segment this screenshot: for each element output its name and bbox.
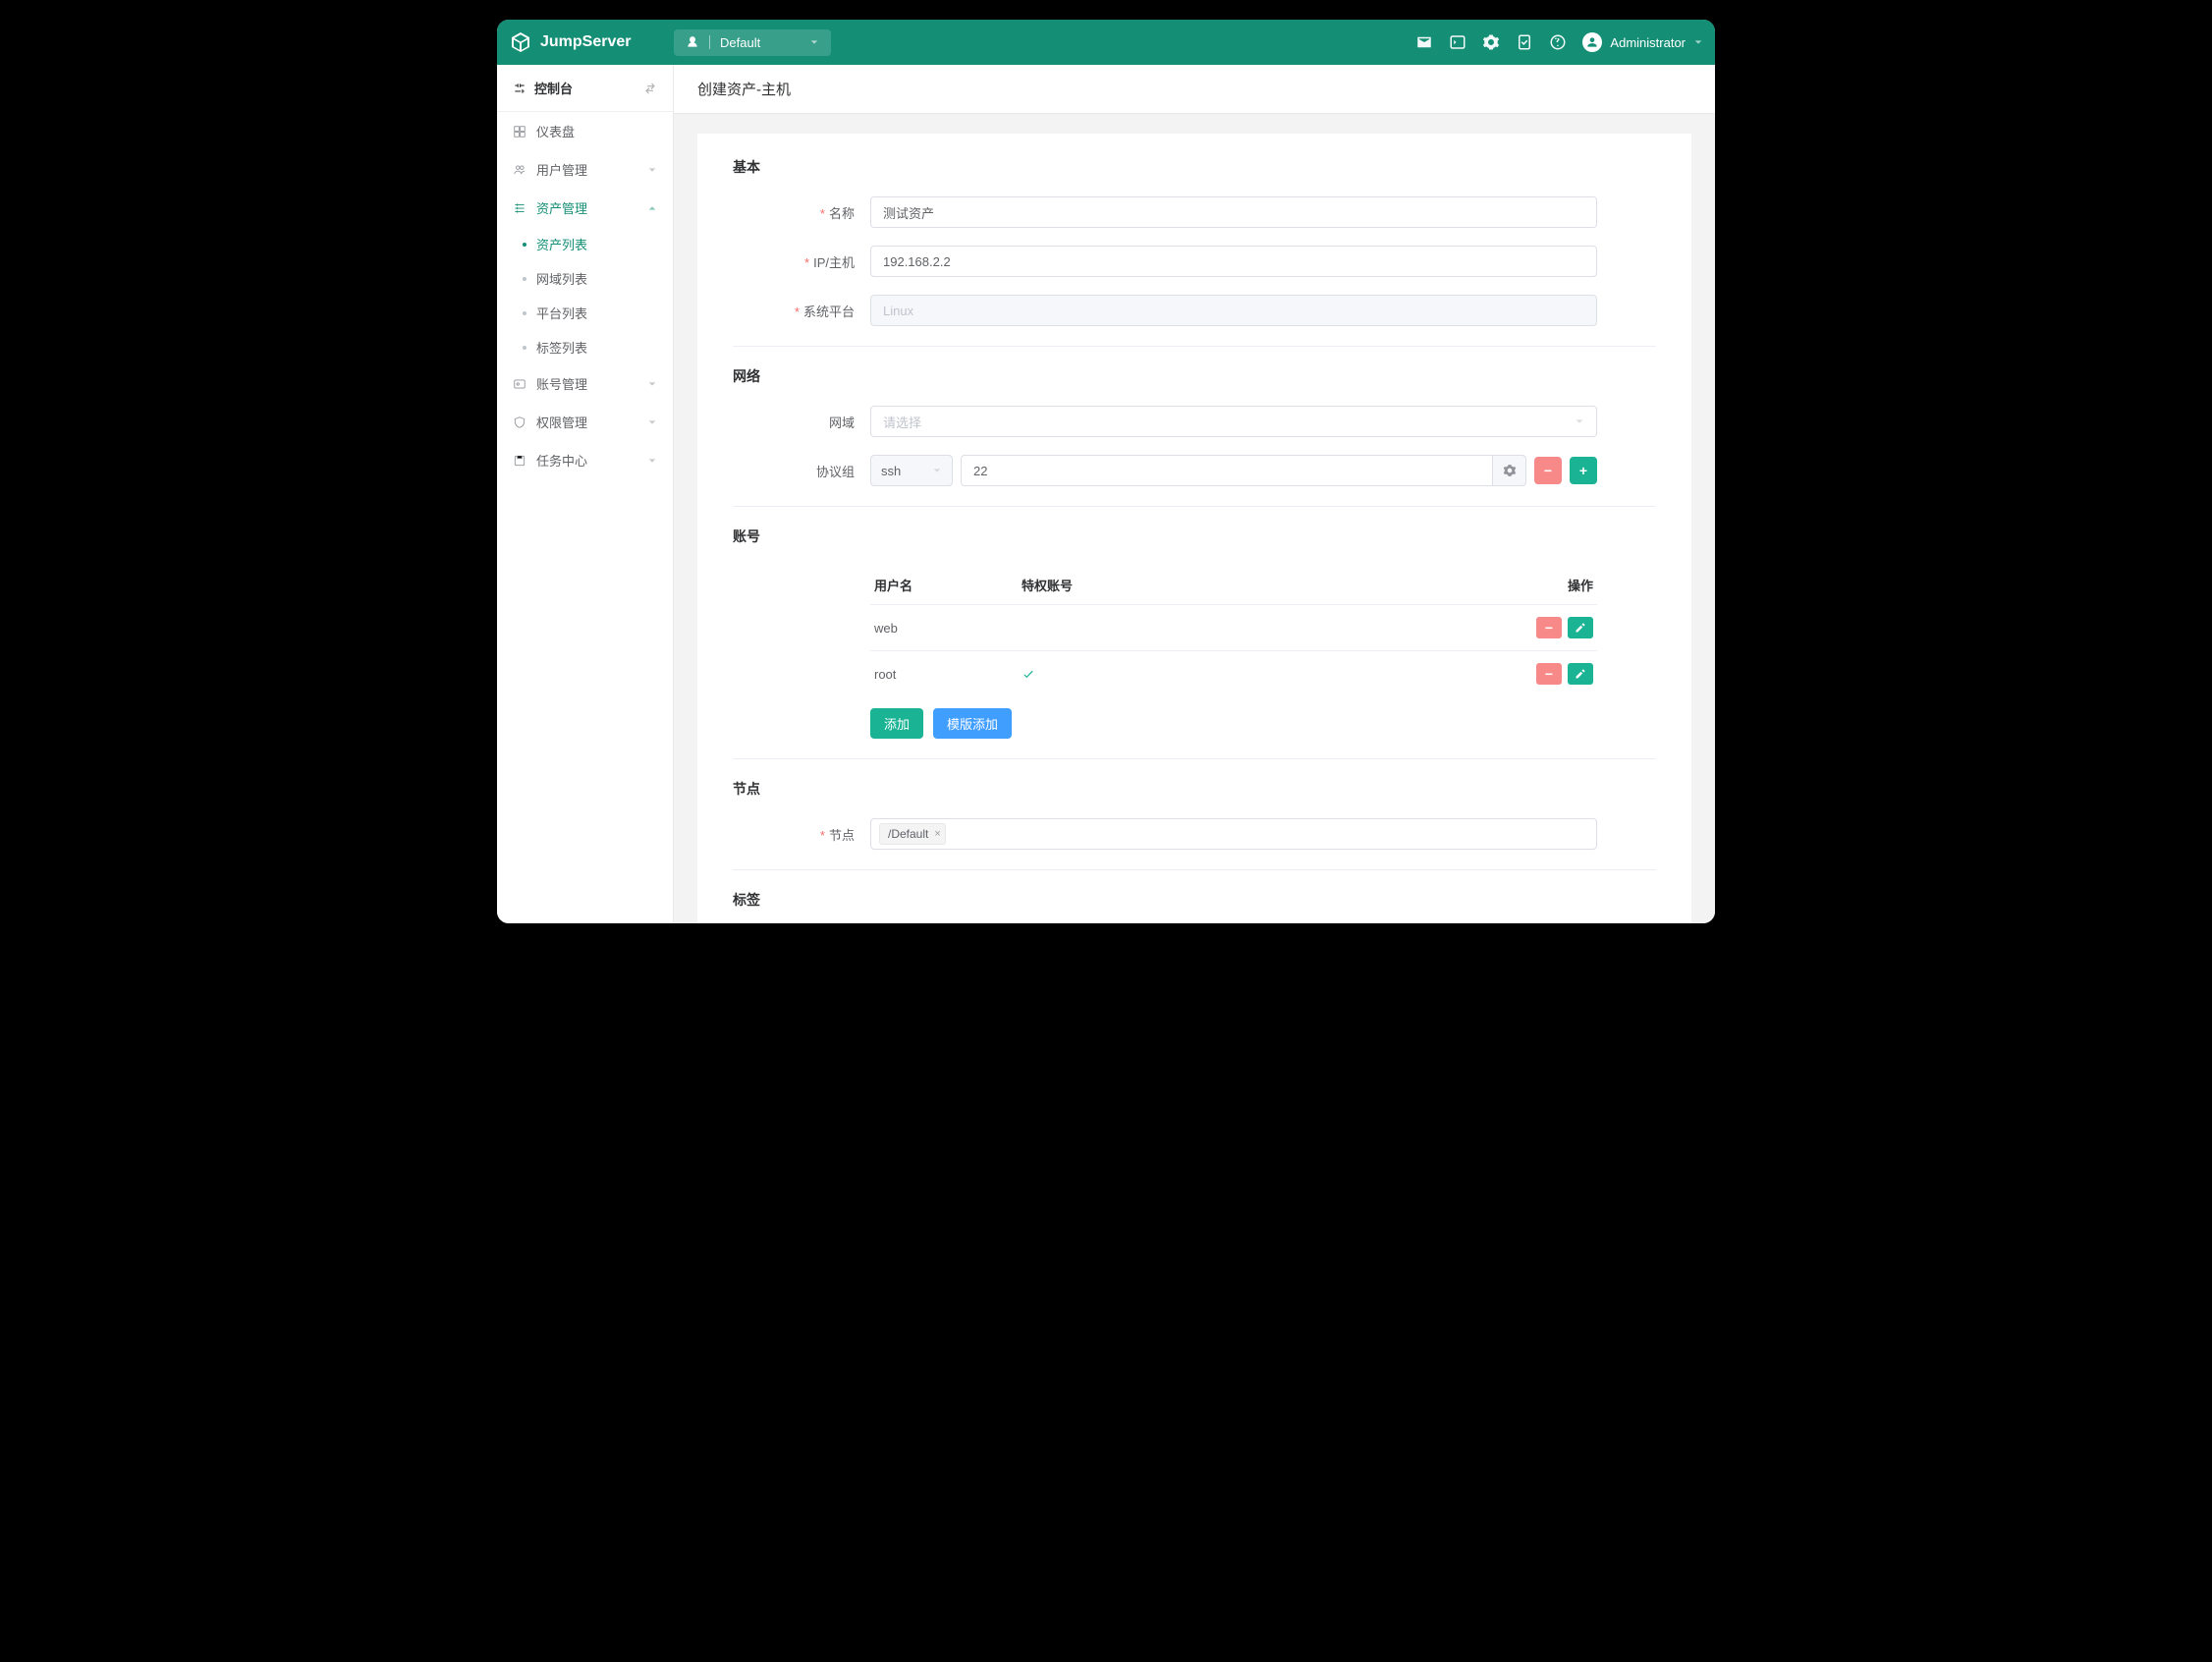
topbar: JumpServer Default Administrator xyxy=(497,20,1715,65)
terminal-icon[interactable] xyxy=(1449,33,1466,51)
label-node: *节点 xyxy=(733,825,870,844)
assets-icon xyxy=(513,201,526,215)
sidebar-sub-platform-list[interactable]: 平台列表 xyxy=(497,296,673,330)
chevron-down-icon xyxy=(647,379,657,389)
template-add-button[interactable]: 模版添加 xyxy=(933,708,1012,739)
protocol-settings-button[interactable] xyxy=(1493,455,1526,486)
protocol-select[interactable]: ssh xyxy=(870,455,953,486)
settings-icon[interactable] xyxy=(1482,33,1500,51)
console-header[interactable]: 控制台 xyxy=(497,65,673,112)
label-protocol: 协议组 xyxy=(733,462,870,480)
chevron-down-icon xyxy=(647,165,657,175)
edit-icon xyxy=(1575,668,1586,680)
brand-text: JumpServer xyxy=(540,33,632,51)
username: Administrator xyxy=(1610,35,1686,50)
sidebar-item-perms[interactable]: 权限管理 xyxy=(497,403,673,441)
node-input[interactable]: /Default × xyxy=(870,818,1597,850)
chevron-down-icon xyxy=(809,37,819,47)
sliders-icon xyxy=(513,82,526,95)
protocol-remove-button[interactable]: − xyxy=(1534,457,1562,484)
sidebar: 控制台 仪表盘 用户管理 资产管理 资产列表 网域列表 xyxy=(497,65,674,923)
section-network: 网络 xyxy=(733,366,1656,386)
label-domain: 网域 xyxy=(733,413,870,431)
logo: JumpServer xyxy=(509,30,674,54)
logo-icon xyxy=(509,30,532,54)
chevron-up-icon xyxy=(647,203,657,213)
domain-select[interactable]: 请选择 xyxy=(870,406,1597,437)
chevron-down-icon xyxy=(647,456,657,466)
sidebar-sub-asset-list[interactable]: 资产列表 xyxy=(497,227,673,261)
sidebar-sub-domain-list[interactable]: 网域列表 xyxy=(497,261,673,296)
chevron-down-icon xyxy=(1693,37,1703,47)
section-basic: 基本 xyxy=(733,157,1656,177)
label-platform: *系统平台 xyxy=(733,302,870,320)
topbar-actions: Administrator xyxy=(1415,32,1703,52)
accounts-icon xyxy=(513,377,526,391)
help-icon[interactable] xyxy=(1549,33,1567,51)
section-node: 节点 xyxy=(733,779,1656,799)
chevron-down-icon xyxy=(647,417,657,427)
sidebar-item-assets[interactable]: 资产管理 xyxy=(497,189,673,227)
account-row: root − xyxy=(870,650,1597,696)
avatar xyxy=(1582,32,1602,52)
label-name: *名称 xyxy=(733,203,870,222)
label-ip: *IP/主机 xyxy=(733,252,870,271)
account-edit-button[interactable] xyxy=(1568,617,1593,638)
clipboard-icon[interactable] xyxy=(1516,33,1533,51)
ip-input[interactable] xyxy=(870,246,1597,277)
org-icon xyxy=(686,35,699,49)
sidebar-item-users[interactable]: 用户管理 xyxy=(497,150,673,189)
sidebar-sub-tag-list[interactable]: 标签列表 xyxy=(497,330,673,364)
org-label: Default xyxy=(720,35,760,50)
protocol-add-button[interactable]: + xyxy=(1570,457,1597,484)
gear-icon xyxy=(1503,464,1517,477)
page-title: 创建资产-主机 xyxy=(674,65,1715,114)
account-remove-button[interactable]: − xyxy=(1536,663,1562,685)
port-input[interactable] xyxy=(961,455,1493,486)
tasks-icon xyxy=(513,454,526,468)
account-row: web − xyxy=(870,604,1597,650)
sidebar-item-dashboard[interactable]: 仪表盘 xyxy=(497,112,673,150)
users-icon xyxy=(513,163,526,177)
account-table-header: 用户名 特权账号 操作 xyxy=(870,566,1597,604)
user-menu[interactable]: Administrator xyxy=(1582,32,1703,52)
edit-icon xyxy=(1575,622,1586,634)
chevron-down-icon xyxy=(1575,416,1584,426)
check-icon xyxy=(1022,667,1035,681)
section-account: 账号 xyxy=(733,526,1656,546)
sidebar-item-accounts[interactable]: 账号管理 xyxy=(497,364,673,403)
sidebar-item-tasks[interactable]: 任务中心 xyxy=(497,441,673,479)
section-tag: 标签 xyxy=(733,890,1656,910)
account-remove-button[interactable]: − xyxy=(1536,617,1562,638)
tag-remove-icon[interactable]: × xyxy=(934,828,940,840)
add-account-button[interactable]: 添加 xyxy=(870,708,923,739)
org-selector[interactable]: Default xyxy=(674,29,831,56)
mail-icon[interactable] xyxy=(1415,33,1433,51)
account-edit-button[interactable] xyxy=(1568,663,1593,685)
name-input[interactable] xyxy=(870,196,1597,228)
main-content: 创建资产-主机 基本 *名称 *IP/主机 *系统平台 xyxy=(674,65,1715,923)
platform-input xyxy=(870,295,1597,326)
dashboard-icon xyxy=(513,125,526,138)
node-tag: /Default × xyxy=(879,823,946,845)
shield-icon xyxy=(513,416,526,429)
chevron-down-icon xyxy=(932,466,942,475)
swap-icon[interactable] xyxy=(643,82,657,95)
